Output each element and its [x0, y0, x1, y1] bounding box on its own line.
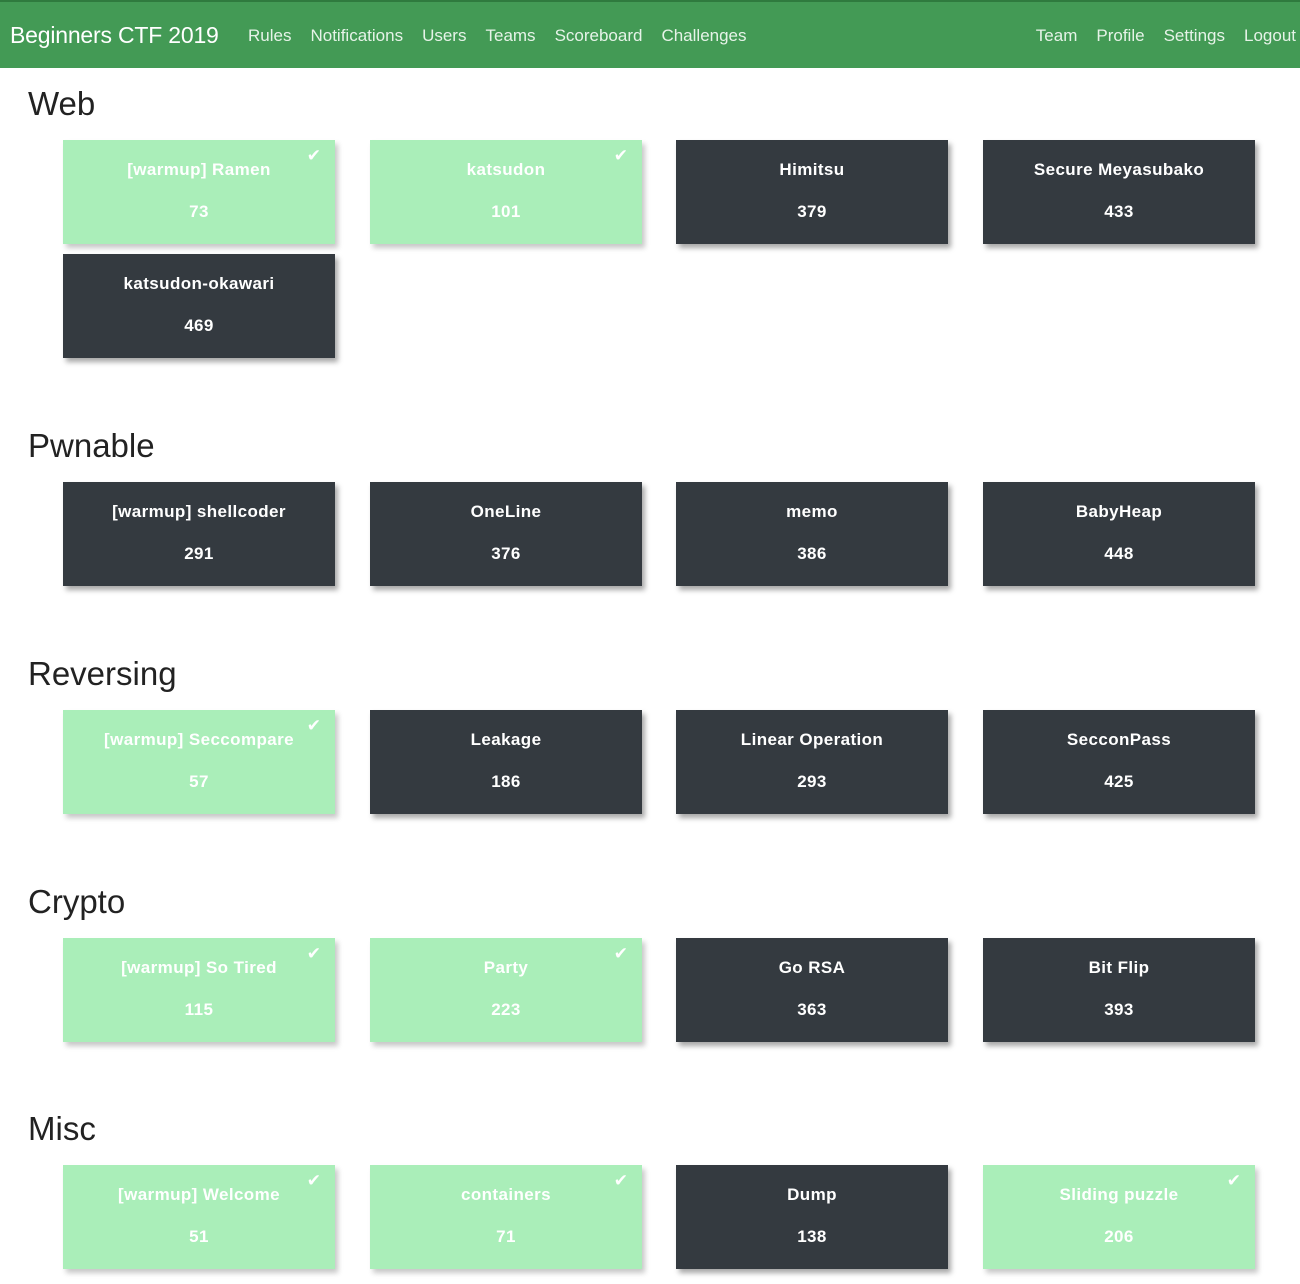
- checkmark-icon: ✔: [1226, 1171, 1241, 1190]
- challenge-card[interactable]: Bit Flip 393: [983, 938, 1255, 1042]
- nav-team[interactable]: Team: [1036, 24, 1078, 48]
- challenge-card[interactable]: [warmup] So Tired 115 ✔: [63, 938, 335, 1042]
- challenge-points: 363: [797, 1000, 827, 1019]
- challenge-card[interactable]: Sliding puzzle 206 ✔: [983, 1165, 1255, 1269]
- challenge-name: [warmup] So Tired: [121, 958, 277, 977]
- challenge-points: 469: [184, 316, 214, 335]
- challenge-name: BabyHeap: [1075, 502, 1163, 521]
- challenge-points: 57: [189, 772, 209, 791]
- checkmark-icon: ✔: [306, 944, 321, 963]
- brand-link[interactable]: Beginners CTF 2019: [10, 21, 219, 49]
- challenge-points: 186: [491, 772, 521, 791]
- nav-challenges[interactable]: Challenges: [661, 24, 746, 48]
- category-web: Web: [28, 84, 1278, 124]
- challenge-card[interactable]: Leakage 186: [370, 710, 642, 814]
- challenge-name: SecconPass: [1066, 730, 1172, 749]
- challenge-card[interactable]: katsudon-okawari 469: [63, 254, 335, 358]
- nav-right: Team Profile Settings Logout: [1017, 24, 1296, 48]
- category-title: Crypto: [28, 883, 126, 920]
- challenge-points: 379: [797, 202, 827, 221]
- checkmark-icon: ✔: [613, 1171, 628, 1190]
- challenge-name: Go RSA: [778, 958, 846, 977]
- challenge-card[interactable]: [warmup] Welcome 51 ✔: [63, 1165, 335, 1269]
- nav-left: Rules Notifications Users Teams Scoreboa…: [248, 24, 766, 48]
- challenge-points: 386: [797, 544, 827, 563]
- nav-rules[interactable]: Rules: [248, 24, 291, 48]
- challenge-points: 51: [189, 1227, 209, 1246]
- challenge-name: katsudon: [466, 160, 546, 179]
- challenge-card[interactable]: Dump 138: [676, 1165, 948, 1269]
- challenge-points: 376: [491, 544, 521, 563]
- challenge-name: Sliding puzzle: [1059, 1185, 1179, 1204]
- checkmark-icon: ✔: [306, 716, 321, 735]
- category-title: Reversing: [28, 655, 177, 692]
- category-crypto: Crypto: [28, 882, 1278, 922]
- challenge-card[interactable]: katsudon 101 ✔: [370, 140, 642, 244]
- navbar: Beginners CTF 2019 Rules Notifications U…: [0, 0, 1300, 68]
- checkmark-icon: ✔: [306, 1171, 321, 1190]
- challenge-name: OneLine: [470, 502, 542, 521]
- challenge-card[interactable]: OneLine 376: [370, 482, 642, 586]
- nav-profile[interactable]: Profile: [1096, 24, 1144, 48]
- category-title: Web: [28, 85, 96, 122]
- challenge-name: containers: [461, 1185, 551, 1204]
- challenge-card[interactable]: Himitsu 379: [676, 140, 948, 244]
- challenge-card[interactable]: Secure Meyasubako 433: [983, 140, 1255, 244]
- challenge-points: 433: [1104, 202, 1134, 221]
- nav-logout[interactable]: Logout: [1244, 24, 1296, 48]
- challenge-points: 291: [184, 544, 214, 563]
- challenge-points: 71: [496, 1227, 516, 1246]
- challenge-name: [warmup] Welcome: [118, 1185, 280, 1204]
- nav-notifications[interactable]: Notifications: [310, 24, 403, 48]
- checkmark-icon: ✔: [306, 146, 321, 165]
- challenge-card[interactable]: memo 386: [676, 482, 948, 586]
- challenge-name: [warmup] Seccompare: [104, 730, 294, 749]
- challenge-name: Dump: [787, 1185, 837, 1204]
- category-reversing: Reversing: [28, 654, 1278, 694]
- category-title: Misc: [28, 1110, 96, 1147]
- challenge-name: [warmup] shellcoder: [112, 502, 286, 521]
- challenge-name: Himitsu: [779, 160, 845, 179]
- challenge-points: 115: [184, 1000, 214, 1019]
- challenge-card[interactable]: BabyHeap 448: [983, 482, 1255, 586]
- nav-scoreboard[interactable]: Scoreboard: [555, 24, 643, 48]
- challenge-name: Linear Operation: [740, 730, 884, 749]
- challenge-points: 393: [1104, 1000, 1134, 1019]
- challenge-points: 425: [1104, 772, 1134, 791]
- challenge-card[interactable]: Party 223 ✔: [370, 938, 642, 1042]
- challenge-points: 138: [797, 1227, 827, 1246]
- checkmark-icon: ✔: [613, 944, 628, 963]
- category-misc: Misc: [28, 1109, 1278, 1149]
- challenge-name: [warmup] Ramen: [127, 160, 271, 179]
- category-pwnable: Pwnable: [28, 426, 1278, 466]
- challenge-name: katsudon-okawari: [123, 274, 275, 293]
- challenge-card[interactable]: [warmup] shellcoder 291: [63, 482, 335, 586]
- challenge-name: Leakage: [470, 730, 542, 749]
- category-title: Pwnable: [28, 427, 155, 464]
- challenge-card[interactable]: containers 71 ✔: [370, 1165, 642, 1269]
- challenge-points: 223: [491, 1000, 521, 1019]
- challenge-card[interactable]: SecconPass 425: [983, 710, 1255, 814]
- challenge-points: 101: [491, 202, 521, 221]
- nav-teams[interactable]: Teams: [485, 24, 535, 48]
- challenge-points: 206: [1104, 1227, 1134, 1246]
- nav-settings[interactable]: Settings: [1164, 24, 1225, 48]
- nav-users[interactable]: Users: [422, 24, 466, 48]
- challenge-card[interactable]: [warmup] Seccompare 57 ✔: [63, 710, 335, 814]
- challenge-name: Bit Flip: [1088, 958, 1150, 977]
- challenge-card[interactable]: Linear Operation 293: [676, 710, 948, 814]
- challenge-name: memo: [786, 502, 838, 521]
- challenge-card[interactable]: [warmup] Ramen 73 ✔: [63, 140, 335, 244]
- challenge-card[interactable]: Go RSA 363: [676, 938, 948, 1042]
- challenge-points: 73: [189, 202, 209, 221]
- challenge-name: Secure Meyasubako: [1033, 160, 1205, 179]
- challenge-name: Party: [483, 958, 529, 977]
- challenge-points: 448: [1104, 544, 1134, 563]
- checkmark-icon: ✔: [613, 146, 628, 165]
- challenge-points: 293: [797, 772, 827, 791]
